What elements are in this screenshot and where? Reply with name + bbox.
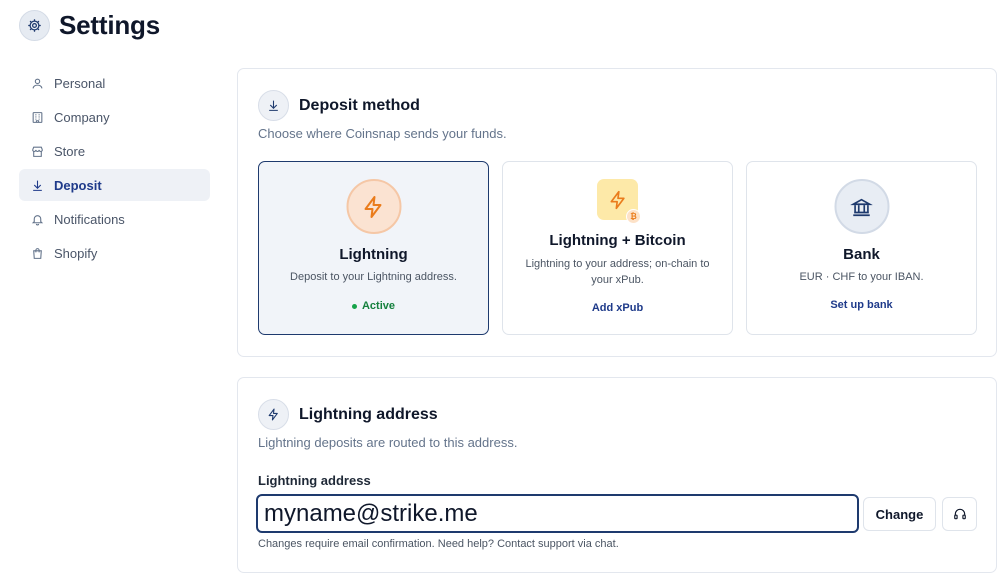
support-button[interactable] <box>942 497 977 531</box>
bitcoin-icon: ₿ <box>626 209 641 224</box>
bank-icon <box>834 179 889 234</box>
bell-icon <box>30 212 44 226</box>
sidebar-item-personal[interactable]: Personal <box>19 67 210 99</box>
page-header: Settings <box>19 10 160 41</box>
option-description: EUR · CHF to your IBAN. <box>799 271 924 283</box>
card-title: Deposit method <box>299 96 420 114</box>
sidebar-item-company[interactable]: Company <box>19 101 210 133</box>
option-title: Bank <box>843 246 880 263</box>
sidebar-item-notifications[interactable]: Notifications <box>19 203 210 235</box>
sidebar-item-label: Personal <box>54 75 106 91</box>
card-subtitle: Choose where Coinsnap sends your funds. <box>258 126 507 141</box>
gear-icon <box>19 10 50 41</box>
download-icon <box>258 90 289 121</box>
status-badge: Active <box>259 300 488 312</box>
change-button[interactable]: Change <box>863 497 936 531</box>
sidebar-item-label: Shopify <box>54 245 98 261</box>
sidebar-item-deposit[interactable]: Deposit <box>19 169 210 201</box>
store-icon <box>30 144 44 158</box>
card-subtitle: Lightning deposits are routed to this ad… <box>258 435 518 450</box>
sidebar-item-label: Store <box>54 143 86 159</box>
sidebar-item-label: Company <box>54 109 110 125</box>
lightning-address-input[interactable] <box>256 494 859 533</box>
card-title: Lightning address <box>299 405 438 423</box>
option-description: Deposit to your Lightning address. <box>290 271 457 283</box>
help-hint: Changes require email confirmation. Need… <box>258 538 619 550</box>
option-description: Lightning to your address; on-chain to y… <box>525 258 710 286</box>
sidebar-item-label: Deposit <box>54 177 102 193</box>
lightning-icon <box>346 179 401 234</box>
shopping-bag-icon <box>30 246 44 260</box>
option-title: Lightning <box>339 246 408 263</box>
building-icon <box>30 110 44 124</box>
set-up-bank-link[interactable]: Set up bank <box>747 299 976 311</box>
lightning-address-label: Lightning address <box>258 473 371 488</box>
status-label: Active <box>361 300 396 312</box>
sidebar-item-shopify[interactable]: Shopify <box>19 237 210 269</box>
sidebar-item-label: Notifications <box>54 211 125 227</box>
page-title: Settings <box>59 10 160 40</box>
lightning-bitcoin-icon: ₿ <box>597 179 641 224</box>
lightning-address-card: Lightning address Lightning deposits are… <box>237 377 997 573</box>
add-xpub-link[interactable]: Add xPub <box>503 302 732 314</box>
deposit-option-lightning[interactable]: Lightning Deposit to your Lightning addr… <box>258 161 489 335</box>
deposit-option-bank[interactable]: Bank EUR · CHF to your IBAN. Set up bank <box>746 161 977 335</box>
lightning-icon <box>258 399 289 430</box>
option-title: Lightning + Bitcoin <box>549 232 686 249</box>
deposit-option-lightning-bitcoin[interactable]: ₿ Lightning + Bitcoin Lightning to your … <box>502 161 733 335</box>
card-header: Lightning address <box>258 399 438 430</box>
status-dot <box>351 303 357 309</box>
sidebar-item-store[interactable]: Store <box>19 135 210 167</box>
settings-sidebar: Personal Company Store Deposit Notificat… <box>19 67 210 271</box>
card-header: Deposit method <box>258 90 420 121</box>
headset-icon <box>953 507 967 521</box>
download-icon <box>30 178 44 192</box>
user-icon <box>30 76 44 90</box>
deposit-method-card: Deposit method Choose where Coinsnap sen… <box>237 68 997 357</box>
